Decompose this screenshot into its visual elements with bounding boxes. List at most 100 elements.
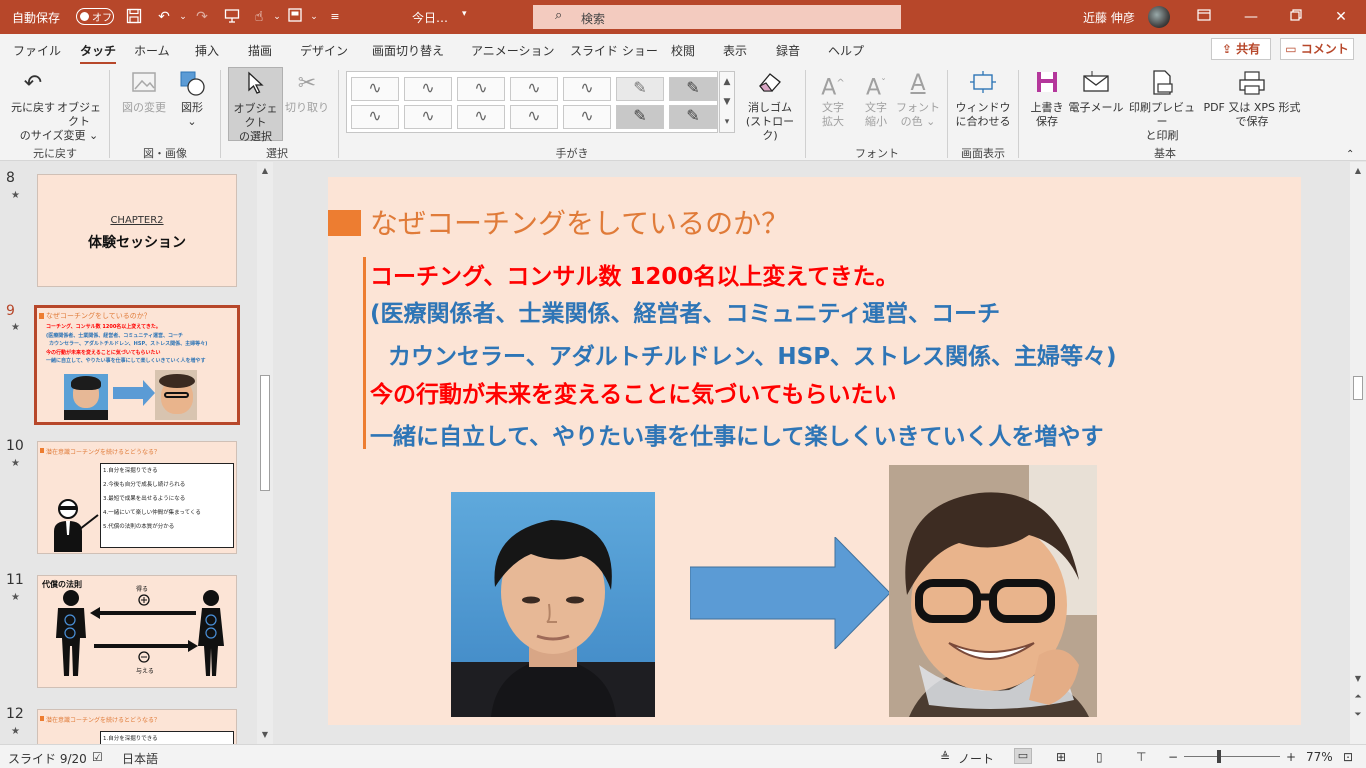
next-slide-icon[interactable]: ⏷ [1350, 708, 1366, 722]
scroll-up-icon[interactable]: ▲ [1350, 164, 1366, 178]
thumbnail-scrollbar[interactable]: ▲ ▼ [257, 162, 273, 744]
collapse-ribbon-icon[interactable]: ⌃ [1346, 148, 1354, 162]
notes-icon[interactable]: ≜ [940, 750, 950, 764]
presentation-icon[interactable] [223, 8, 241, 26]
comment-button[interactable]: ▭ コメント [1280, 38, 1354, 60]
slide-thumbnail-10[interactable]: 潜在意識コーチングを続けるとどうなる？ 1.自分を深掘りできる 2.今後も自分で… [37, 441, 237, 554]
slideshow-icon[interactable]: ⊤ [1136, 750, 1146, 764]
slide-thumbnail-12[interactable]: 潜在意識コーチングを続けるとどうなる？ 1.自分を深掘りできる [37, 709, 237, 744]
save-icon[interactable] [125, 8, 143, 26]
tab-help[interactable]: ヘルプ [828, 42, 864, 59]
pen-1-icon[interactable]: ∿ [351, 77, 399, 101]
slide-format-icon[interactable] [286, 8, 304, 26]
tab-review[interactable]: 校閲 [671, 42, 695, 59]
fit-window-button[interactable]: ウィンドウ に合わせる [954, 70, 1012, 129]
share-button[interactable]: ⇪ 共有 [1211, 38, 1271, 60]
shapes-button[interactable]: 図形 ⌄ [172, 70, 212, 129]
font-shrink-button[interactable]: Aˇ 文字 縮小 [855, 70, 897, 129]
highlighter-2-icon[interactable]: ✎ [669, 77, 717, 101]
customize-quick-access-icon[interactable]: ≡ [326, 8, 344, 26]
gallery-down-icon[interactable]: ▼ [720, 92, 734, 112]
body-line-2[interactable]: (医療関係者、士業関係、経営者、コミュニティ運営、コーチ [370, 294, 1000, 328]
select-objects-button[interactable]: オブジェクト の選択 [228, 67, 283, 143]
autosave-toggle[interactable]: オフ [76, 8, 114, 25]
slide-canvas[interactable]: なぜコーチングをしているのか？ コーチング、コンサル数 1200名以上変えてきた… [328, 177, 1301, 725]
undo-button[interactable]: ↶ 元に戻す [8, 70, 58, 115]
tab-record[interactable]: 録音 [776, 42, 800, 59]
print-preview-button[interactable]: 印刷プレビュー と印刷 [1124, 70, 1200, 143]
body-line-3[interactable]: カウンセラー、アダルトチルドレン、HSP、ストレス関係、主婦等々) [388, 337, 1117, 371]
redo-icon[interactable]: ↷ [193, 8, 211, 26]
tab-view[interactable]: 表示 [723, 42, 747, 59]
tab-file[interactable]: ファイル [13, 42, 61, 59]
pen-5-icon[interactable]: ∿ [563, 77, 611, 101]
photo-before[interactable] [451, 492, 655, 717]
touch-mode-icon[interactable]: ☝ [250, 8, 268, 26]
document-title[interactable]: 今日… [412, 9, 448, 26]
tab-insert[interactable]: 挿入 [195, 42, 219, 59]
slide-thumbnail-9[interactable]: なぜコーチングをしているのか？ コーチング、コンサル数 1200名以上変えてきた… [34, 305, 240, 425]
scroll-down-icon[interactable]: ▼ [257, 728, 273, 742]
user-name[interactable]: 近藤 伸彦 [1083, 9, 1135, 26]
reading-view-icon[interactable]: ▯ [1096, 750, 1103, 764]
scroll-down-icon[interactable]: ▼ [1350, 672, 1366, 686]
slide-thumbnail-8[interactable]: CHAPTER2 体験セッション [37, 174, 237, 287]
minimize-icon[interactable]: — [1240, 6, 1262, 28]
scroll-up-icon[interactable]: ▲ [257, 164, 273, 178]
slide-thumbnail-11[interactable]: 代償の法則 得る 与える [37, 575, 237, 688]
change-image-button[interactable]: 図の変更 [118, 70, 170, 115]
zoom-in-icon[interactable]: + [1286, 750, 1296, 764]
zoom-out-icon[interactable]: − [1168, 750, 1178, 764]
save-button[interactable]: 上書き 保存 [1026, 70, 1068, 129]
undo-icon[interactable]: ↶ [155, 8, 173, 26]
pen-9-icon[interactable]: ∿ [510, 105, 558, 129]
scrollbar-thumb[interactable] [260, 375, 270, 491]
font-color-button[interactable]: A フォント の色 ⌄ [896, 70, 940, 129]
gallery-more-icon[interactable]: ▾ [720, 112, 734, 132]
tab-draw[interactable]: 描画 [248, 42, 272, 59]
pen-3-icon[interactable]: ∿ [457, 77, 505, 101]
body-line-1[interactable]: コーチング、コンサル数 1200名以上変えてきた。 [370, 257, 899, 291]
tab-transitions[interactable]: 画面切り替え [372, 42, 444, 59]
pen-2-icon[interactable]: ∿ [404, 77, 452, 101]
gallery-up-icon[interactable]: ▲ [720, 72, 734, 92]
pen-10-icon[interactable]: ∿ [563, 105, 611, 129]
email-button[interactable]: 電子メール [1068, 70, 1124, 115]
document-title-dropdown-icon[interactable]: ▾ [462, 9, 467, 19]
fit-slide-icon[interactable]: ⊡ [1343, 750, 1353, 764]
eraser-button[interactable]: 消しゴム (ストローク) [742, 70, 798, 143]
highlighter-3-icon[interactable]: ✎ [616, 105, 664, 129]
ribbon-display-options-icon[interactable] [1193, 6, 1215, 28]
pen-gallery-scroll[interactable]: ▲ ▼ ▾ [719, 71, 735, 133]
pen-6-icon[interactable]: ∿ [351, 105, 399, 129]
editor-scrollbar[interactable]: ▲ ▼ ⏶ ⏷ [1350, 162, 1366, 744]
previous-slide-icon[interactable]: ⏶ [1350, 690, 1366, 704]
body-line-4[interactable]: 今の行動が未来を変えることに気づいてもらいたい [370, 375, 896, 409]
zoom-slider-handle[interactable] [1217, 750, 1221, 763]
accessibility-icon[interactable]: ☑ [92, 750, 103, 764]
format-dropdown-icon[interactable]: ⌄ [305, 8, 323, 26]
normal-view-icon[interactable]: ▭ [1014, 748, 1032, 764]
highlighter-4-icon[interactable]: ✎ [669, 105, 717, 129]
pen-7-icon[interactable]: ∿ [404, 105, 452, 129]
notes-button[interactable]: ノート [958, 750, 994, 767]
search-box[interactable]: ⌕ 検索 [533, 5, 901, 29]
pen-4-icon[interactable]: ∿ [510, 77, 558, 101]
zoom-level[interactable]: 77% [1306, 750, 1333, 764]
tab-touch[interactable]: タッチ [80, 42, 117, 65]
touch-dropdown-icon[interactable]: ⌄ [268, 8, 286, 26]
font-grow-button[interactable]: A^ 文字 拡大 [812, 70, 854, 129]
body-line-5[interactable]: 一緒に自立して、やりたい事を仕事にして楽しくいきていく人を増やす [370, 417, 1103, 451]
resize-object-button[interactable]: · オブジェクトのサイズ変更 ⌄ [20, 70, 103, 143]
tab-animations[interactable]: アニメーション [471, 42, 555, 59]
close-icon[interactable]: ✕ [1330, 6, 1352, 28]
language-indicator[interactable]: 日本語 [122, 750, 158, 767]
cut-button[interactable]: ✂ 切り取り [285, 70, 329, 115]
photo-after[interactable] [889, 465, 1097, 717]
scrollbar-thumb[interactable] [1353, 376, 1363, 400]
highlighter-1-icon[interactable]: ✎ [616, 77, 664, 101]
slide-title[interactable]: なぜコーチングをしているのか？ [370, 202, 789, 242]
zoom-slider[interactable] [1184, 756, 1280, 757]
tab-home[interactable]: ホーム [134, 42, 170, 59]
slide-sorter-icon[interactable]: ⊞ [1056, 750, 1066, 764]
